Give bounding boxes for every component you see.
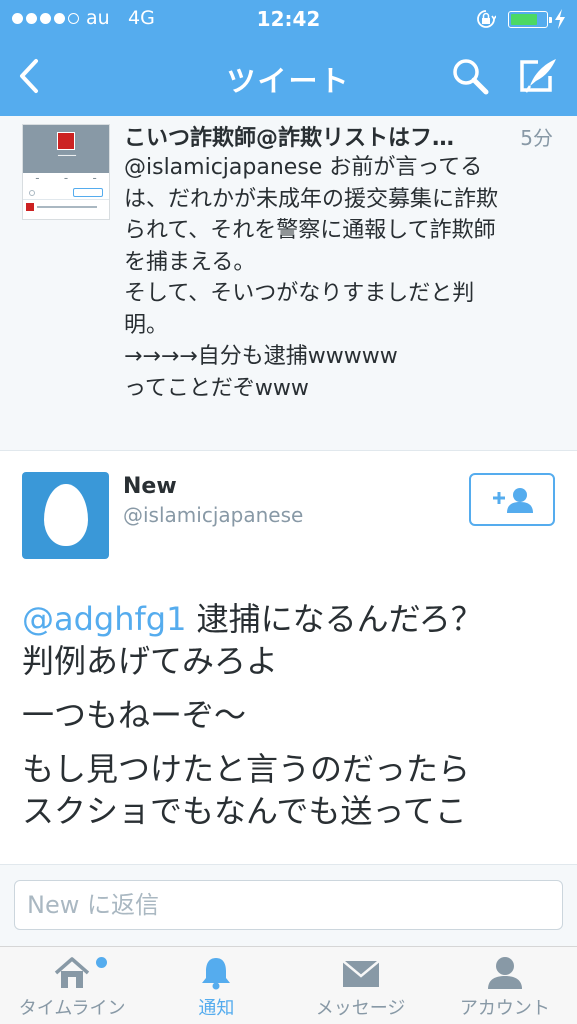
battery-icon <box>508 11 552 28</box>
tab-label: アカウント <box>459 998 550 1019</box>
follow-button[interactable] <box>469 473 555 526</box>
charging-icon <box>555 9 565 29</box>
tab-account[interactable]: アカウント <box>433 947 577 1024</box>
mention-link[interactable]: @adghfg1 <box>22 600 186 638</box>
new-items-badge <box>96 957 107 968</box>
rotation-lock-icon <box>477 10 496 28</box>
tweet-text: @adghfg1 逮捕になるんだろ？ 判例あげてみろよ 一つもねーぞ〜 もし見つ… <box>22 598 562 844</box>
reply-bar <box>0 864 577 946</box>
tab-timeline[interactable]: タイムライン <box>0 947 144 1024</box>
tweet-line: 判例あげてみろよ <box>22 642 279 680</box>
add-user-icon <box>493 488 533 513</box>
status-bar: au 4G 12:42 <box>0 0 577 38</box>
avatar[interactable] <box>22 472 109 559</box>
tweet-line: もし見つけたと言うのだったら <box>22 750 471 788</box>
quoted-tweet-time: 5分 <box>520 126 553 150</box>
quoted-tweet-thumbnail: ━━━━━━ ━ ━ ━ <box>22 124 110 220</box>
quoted-tweet-text: @islamicjapanese お前が言ってる は、だれかが未成年の援交募集に… <box>124 155 499 401</box>
user-handle[interactable]: @islamicjapanese <box>123 503 303 527</box>
tab-label: メッセージ <box>315 998 406 1019</box>
tweet-line: 逮捕になるんだろ？ <box>186 600 483 638</box>
tab-bar: タイムライン 通知 メッセージ アカウント <box>0 946 577 1024</box>
search-icon[interactable] <box>450 56 490 96</box>
user-name[interactable]: New <box>123 474 177 499</box>
page-title: ツイート <box>226 64 351 98</box>
quoted-author-name[interactable]: こいつ詐欺師@詐欺リストはフ… <box>124 120 504 152</box>
tab-label: 通知 <box>198 998 235 1019</box>
tweet-line: スクショでもなんでも送ってこ <box>22 792 467 830</box>
tweet-line: 一つもねーぞ〜 <box>22 696 247 734</box>
compose-icon[interactable] <box>516 56 558 96</box>
tab-notifications[interactable]: 通知 <box>144 947 288 1024</box>
home-icon <box>54 957 90 988</box>
bell-icon <box>202 958 231 990</box>
quoted-tweet[interactable]: ━━━━━━ ━ ━ ━ こいつ詐欺師@詐欺リストはフ… 5分 @islamicja… <box>0 116 577 451</box>
person-icon <box>487 957 522 989</box>
tab-messages[interactable]: メッセージ <box>289 947 433 1024</box>
egg-avatar-icon <box>44 484 88 546</box>
envelope-icon <box>341 960 380 987</box>
reply-input[interactable] <box>14 880 563 930</box>
nav-bar: ツイート <box>0 38 577 116</box>
top-bar: au 4G 12:42 ツイート <box>0 0 577 116</box>
tab-label: タイムライン <box>18 998 126 1019</box>
